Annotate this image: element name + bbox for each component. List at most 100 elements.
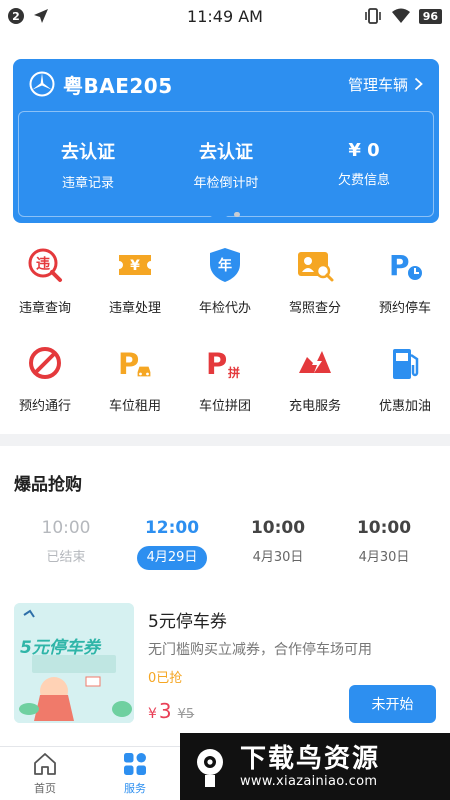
annual-inspection-shield-icon: 年 (210, 248, 240, 282)
service-label: 车位拼团 (198, 399, 251, 414)
status-right: 96 (292, 7, 442, 25)
bird-logo-icon (197, 748, 223, 787)
slot-time: 10:00 (41, 518, 91, 538)
service-label: 车位租用 (108, 399, 161, 414)
header-area: 粤BAE205 管理车辆 去认证 违章记录 去认证 年检倒计时 ¥ 0 欠费信息 (0, 32, 450, 228)
service-parking-groupbuy[interactable]: P 拼 车位拼团 (180, 343, 270, 414)
slot-date: 4月30日 (252, 550, 304, 565)
location-arrow-icon (34, 9, 48, 23)
charging-icon (299, 351, 331, 373)
svg-text:P: P (206, 347, 227, 381)
stat-arrears[interactable]: ¥ 0 欠费信息 (295, 112, 433, 216)
stat-value: ¥ 0 (348, 140, 380, 161)
service-label: 预约通行 (18, 399, 71, 414)
product-image[interactable]: 5元停车券 (14, 603, 134, 723)
product-price: ¥3 ¥5 (148, 699, 194, 723)
carousel-dot-active (210, 212, 228, 217)
original-price: ¥5 (177, 707, 195, 722)
vehicle-stats: 去认证 违章记录 去认证 年检倒计时 ¥ 0 欠费信息 (18, 111, 434, 217)
wifi-icon (391, 8, 410, 23)
services-grid-icon (124, 753, 146, 775)
service-charging[interactable]: 充电服务 (270, 343, 360, 414)
time-slot-tab[interactable]: 10:00 已结束 (13, 518, 119, 570)
carousel-indicator (0, 212, 450, 217)
service-license-score[interactable]: 驾照查分 (270, 245, 360, 316)
home-icon (34, 753, 56, 775)
watermark-text: 下载鸟资源 www.xiazainiao.com (240, 744, 380, 789)
currency-symbol: ¥ (148, 706, 157, 722)
vehicle-card[interactable]: 粤BAE205 管理车辆 去认证 违章记录 去认证 年检倒计时 ¥ 0 欠费信息 (13, 59, 439, 223)
services-row-2: 预约通行 P 车位租用 P 拼 车位拼团 充电服务 优惠加油 (0, 343, 450, 414)
service-violation-query[interactable]: 违 违章查询 (0, 245, 90, 316)
slot-time: 10:00 (250, 518, 306, 538)
carousel-dot (234, 212, 240, 217)
license-plate: 粤BAE205 (63, 73, 173, 98)
ticket-icon: ¥ (119, 255, 151, 275)
product-card[interactable]: 5元停车券 5元停车券 无门槛购买立减券，合作停车场可用 0已抢 ¥3 ¥5 未… (14, 603, 436, 723)
battery-level: 96 (418, 8, 442, 24)
product-description: 无门槛购买立减券，合作停车场可用 (148, 642, 372, 658)
stat-inspection[interactable]: 去认证 年检倒计时 (157, 112, 295, 216)
service-parking-reservation[interactable]: P 预约停车 (360, 245, 450, 316)
vehicle-card-header: 粤BAE205 管理车辆 (13, 59, 439, 109)
nav-label: 服务 (124, 782, 146, 795)
service-label: 年检代办 (198, 301, 251, 316)
stat-label: 违章记录 (61, 175, 114, 191)
violation-search-icon: 违 (28, 248, 62, 282)
time-slot-tab[interactable]: 10:00 4月30日 (225, 518, 331, 570)
status-left: 2 (8, 7, 158, 25)
service-label: 预约停车 (378, 301, 431, 316)
svg-text:P: P (389, 249, 410, 282)
time-slot-tab[interactable]: 10:00 4月30日 (331, 518, 437, 570)
vibrate-icon (364, 8, 381, 24)
nav-label: 首页 (34, 782, 56, 795)
service-violation-handle[interactable]: ¥ 违章处理 (90, 245, 180, 316)
coupon-illustration (14, 603, 134, 723)
product-name: 5元停车券 (148, 612, 227, 632)
watermark-url: www.xiazainiao.com (240, 774, 378, 789)
manage-vehicle-label: 管理车辆 (347, 75, 408, 94)
stat-label: 欠费信息 (337, 173, 390, 188)
not-started-button[interactable]: 未开始 (349, 685, 436, 723)
parking-groupbuy-icon: P 拼 (206, 347, 240, 381)
slot-status: 已结束 (46, 550, 86, 565)
chevron-right-icon (414, 77, 423, 91)
svg-text:违: 违 (36, 256, 50, 273)
current-price: ¥3 (148, 699, 172, 723)
slot-time: 12:00 (144, 518, 200, 538)
parking-reservation-icon: P (389, 249, 424, 282)
slot-date-pill: 4月29日 (136, 546, 208, 570)
service-label: 优惠加油 (378, 399, 431, 414)
watermark-title: 下载鸟资源 (240, 744, 381, 774)
time-slot-tabs: 10:00 已结束 12:00 4月29日 10:00 4月30日 10:00 … (0, 518, 450, 570)
service-fuel-discount[interactable]: 优惠加油 (360, 343, 450, 414)
service-annual-inspection[interactable]: 年 年检代办 (180, 245, 270, 316)
slot-date: 4月30日 (358, 550, 410, 565)
svg-text:拼: 拼 (228, 365, 240, 380)
services-grid: 违 违章查询 ¥ 违章处理 年 年检代办 驾照查分 P 预约停车 预约通行 P … (0, 228, 450, 434)
status-bar: 2 11:49 AM 96 (0, 0, 450, 32)
stat-violations[interactable]: 去认证 违章记录 (19, 112, 157, 216)
nav-services[interactable]: 服务 (90, 747, 180, 800)
status-time: 11:49 AM (187, 6, 263, 26)
service-pass-reservation[interactable]: 预约通行 (0, 343, 90, 414)
stat-value: 去认证 (199, 141, 253, 163)
notification-count-badge: 2 (8, 8, 24, 24)
service-label: 违章查询 (18, 301, 71, 316)
service-label: 充电服务 (288, 399, 341, 414)
price-value: 3 (158, 699, 172, 723)
manage-vehicle-link[interactable]: 管理车辆 (348, 74, 423, 95)
service-label: 违章处理 (108, 301, 161, 316)
mercedes-logo-icon (29, 71, 55, 97)
svg-text:P: P (118, 347, 139, 381)
watermark-overlay: 下载鸟资源 www.xiazainiao.com (180, 733, 450, 800)
svg-text:年: 年 (218, 257, 232, 274)
nav-home[interactable]: 首页 (0, 747, 90, 800)
fuel-pump-icon (393, 349, 419, 379)
stat-value: 去认证 (61, 141, 115, 163)
time-slot-tab-active[interactable]: 12:00 4月29日 (119, 518, 225, 570)
service-label: 驾照查分 (288, 301, 341, 316)
services-row-1: 违 违章查询 ¥ 违章处理 年 年检代办 驾照查分 P 预约停车 (0, 245, 450, 316)
section-title: 爆品抢购 (14, 475, 82, 495)
service-parking-rental[interactable]: P 车位租用 (90, 343, 180, 414)
